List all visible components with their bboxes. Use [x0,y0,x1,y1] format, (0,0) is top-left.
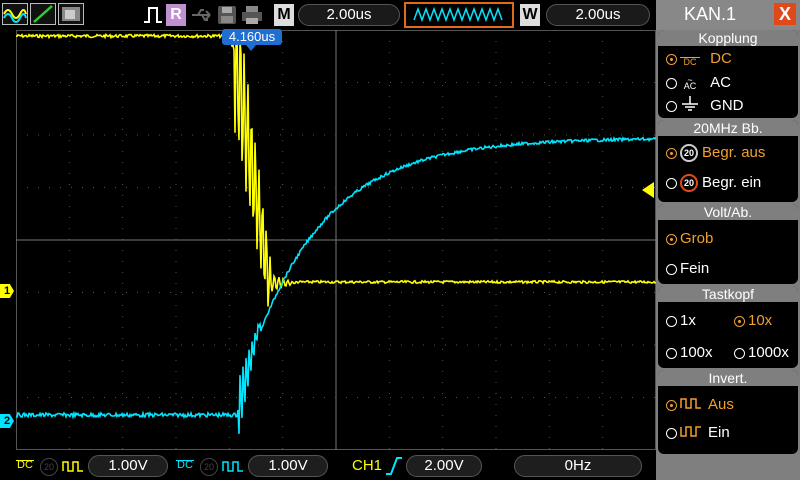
print-icon[interactable] [240,4,264,31]
probe-title: Tastkopf [658,286,798,302]
probe-option-100x[interactable]: 100x [666,344,713,361]
window-timebase-label: W [520,4,540,26]
probe-option-10x[interactable]: 10x [734,312,772,329]
coupling-option-dc[interactable]: DC DC [666,50,732,67]
persistence-display-icon[interactable] [58,3,84,25]
frequency-counter: 0Hz [514,455,642,477]
volts-div-title: Volt/Ab. [658,204,798,220]
bottom-status-bar: DC 20 1.00V DC 20 1.00V CH1 2.00V 0Hz [0,450,656,480]
ch2-scale-value[interactable]: 1.00V [248,455,328,477]
window-timebase-value[interactable]: 2.00us [546,4,650,26]
invert-option-on[interactable]: Ein [666,424,730,442]
bandwidth-option-off[interactable]: 20 Begr. aus [666,144,765,163]
bandwidth-limit-icon: 20 [680,144,698,163]
probe-option-1000x[interactable]: 1000x [734,344,789,361]
timebase-value[interactable]: 2.00us [298,4,400,26]
invert-off-icon [680,396,702,414]
bandwidth-option-on[interactable]: 20 Begr. ein [666,174,761,193]
invert-section: Invert. Aus Ein [658,370,798,454]
ch1-invert-icon [62,459,84,478]
vector-display-icon[interactable] [30,3,56,25]
coupling-option-ac[interactable]: ~ AC AC [666,74,731,91]
coupling-option-gnd[interactable]: GND [666,96,744,116]
ac-coupling-icon: ~ AC [683,75,697,92]
main-timebase-label: M [274,4,294,26]
top-toolbar: R M 2.00us W 2.00us [0,0,656,30]
usb-icon [190,6,216,29]
probe-section: Tastkopf 1x 10x 100x 1000x [658,286,798,368]
close-icon[interactable]: X [774,3,796,25]
ch1-scale-value[interactable]: 1.00V [88,455,168,477]
bandwidth-section: 20MHz Bb. 20 Begr. aus 20 Begr. ein [658,120,798,202]
trigger-edge-icon[interactable] [142,4,164,31]
invert-option-off[interactable]: Aus [666,396,734,414]
ch1-level-marker[interactable]: 1 [0,284,14,298]
bandwidth-title: 20MHz Bb. [658,120,798,136]
invert-on-icon [680,424,702,442]
ch2-coupling-icon: DC [176,456,194,471]
ch2-bandwidth-icon: 20 [200,458,218,476]
waveform-display-icon[interactable] [2,3,28,25]
ch2-level-marker[interactable]: 2 [0,414,14,428]
run-status-indicator[interactable]: R [166,4,186,26]
invert-title: Invert. [658,370,798,386]
ch2-invert-icon [222,459,244,478]
trigger-position-label[interactable]: 4.160us [222,29,282,45]
coupling-section: Kopplung DC DC ~ AC AC GND [658,30,798,118]
trigger-source: CH1 [352,457,383,474]
coupling-title: Kopplung [658,30,798,46]
ch1-bandwidth-icon: 20 [40,458,58,476]
probe-option-1x[interactable]: 1x [666,312,696,329]
waveform-area[interactable] [15,29,657,450]
trigger-level-value[interactable]: 2.00V [406,455,482,477]
dc-coupling-icon: DC [680,53,700,66]
volts-div-option-coarse[interactable]: Grob [666,230,713,247]
trigger-level-marker[interactable] [642,182,654,198]
ch1-coupling-icon: DC [16,456,34,471]
channel-menu: KAN.1 X Kopplung DC DC ~ AC AC GND 20MHz … [656,0,800,480]
save-icon[interactable] [216,4,238,31]
graticule [15,29,657,450]
trigger-rising-edge-icon [384,456,404,480]
ground-icon [680,96,700,116]
volts-div-option-fine[interactable]: Fein [666,260,709,277]
memory-window-indicator[interactable] [404,2,514,28]
bandwidth-limit-on-icon: 20 [680,174,698,193]
trigger-position-arrow [246,45,256,51]
volts-div-section: Volt/Ab. Grob Fein [658,204,798,284]
